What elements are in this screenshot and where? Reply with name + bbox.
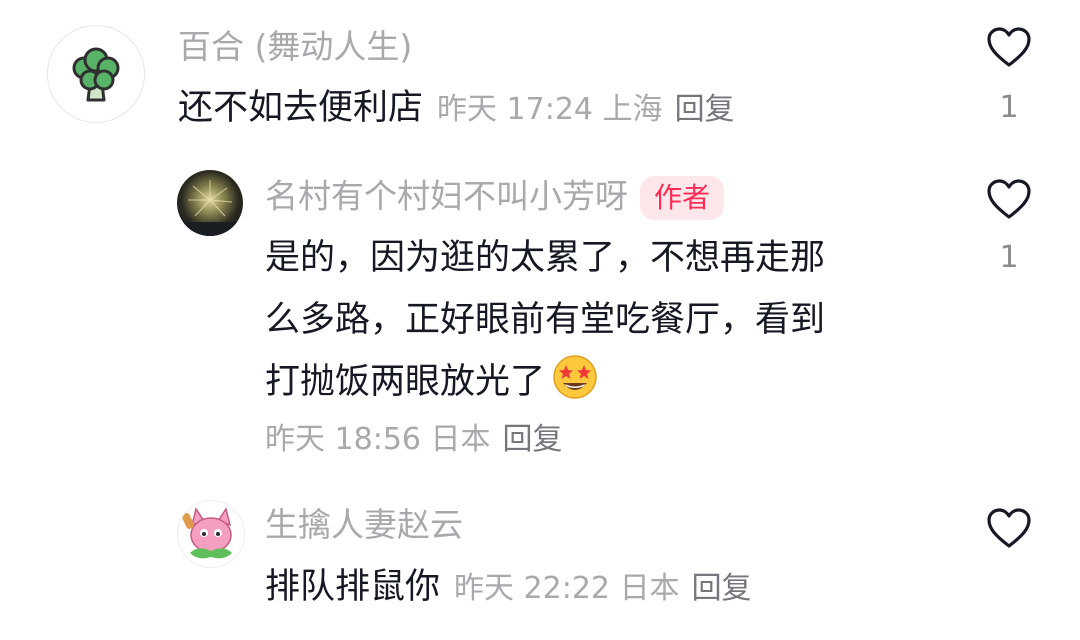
username-text: 名村有个村妇不叫小芳呀: [265, 176, 628, 216]
star-struck-emoji: [553, 355, 597, 399]
like-button[interactable]: [983, 507, 1035, 549]
comment-meta: 昨天 22:22 日本 回复: [454, 571, 752, 606]
avatar[interactable]: [47, 25, 145, 123]
username[interactable]: 名村有个村妇不叫小芳呀 作者: [265, 176, 725, 220]
comment-time: 昨天 18:56: [265, 422, 421, 457]
comment-location: 日本: [430, 422, 491, 457]
comment-meta: 昨天 17:24 上海 回复: [437, 92, 735, 127]
reply-button[interactable]: 回复: [692, 571, 752, 606]
username[interactable]: 生擒人妻赵云: [265, 505, 463, 545]
reply-button[interactable]: 回复: [503, 422, 563, 457]
comment-time: 昨天 17:24: [437, 92, 594, 127]
like-button[interactable]: [983, 178, 1035, 220]
pink-cat-avatar: [181, 507, 232, 559]
comment-location: 日本: [619, 571, 680, 606]
reply-button[interactable]: 回复: [675, 92, 735, 127]
username[interactable]: 百合 (舞动人生): [178, 27, 412, 67]
avatar[interactable]: [177, 500, 245, 568]
comment-line: 打抛饭两眼放光了: [265, 362, 546, 402]
comment-body: 还不如去便利店: [178, 88, 424, 128]
comment-text: 还不如去便利店 昨天 17:24 上海 回复: [178, 77, 735, 141]
broccoli-icon: [72, 47, 120, 102]
comment-line: 么多路，正好眼前有堂吃餐厅，看到: [265, 300, 826, 340]
comment-line-last: 打抛饭两眼放光了: [265, 351, 825, 413]
heart-icon: [987, 508, 1031, 548]
avatar[interactable]: [177, 170, 243, 236]
heart-icon: [987, 27, 1031, 67]
heart-icon: [987, 179, 1031, 219]
like-button[interactable]: [983, 26, 1035, 68]
comment-text: 排队排鼠你 昨天 22:22 日本 回复: [265, 556, 752, 620]
comment-time: 昨天 22:22: [454, 571, 611, 606]
comment-location: 上海: [602, 92, 663, 127]
comment-meta: 昨天 18:56 日本 回复: [265, 420, 563, 460]
comment-line: 是的，因为逛的太累了，不想再走那: [265, 238, 826, 278]
like-count: 1: [999, 90, 1019, 125]
author-badge: 作者: [640, 176, 725, 220]
comment-text: 是的，因为逛的太累了，不想再走那 么多路，正好眼前有堂吃餐厅，看到 打抛饭两眼放…: [265, 227, 825, 413]
comment-body: 排队排鼠你: [265, 567, 441, 607]
fireworks-avatar: [177, 180, 243, 236]
like-count: 1: [999, 240, 1019, 275]
